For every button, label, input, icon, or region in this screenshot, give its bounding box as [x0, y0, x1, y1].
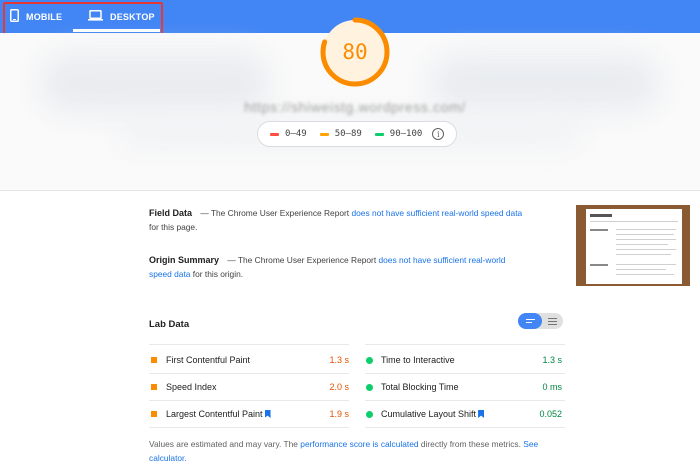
metric-label: Total Blocking Time	[381, 382, 459, 392]
origin-summary-text-end: for this origin.	[192, 269, 244, 279]
toggle-line	[525, 319, 535, 320]
tested-url: https://shiweistg.wordpress.com/	[244, 99, 466, 115]
metric-value: 1.3 s	[542, 355, 562, 365]
metric-total-blocking-time: Total Blocking Time	[366, 374, 459, 400]
performance-score: 80	[342, 40, 368, 64]
metric-value: 0.052	[539, 409, 562, 419]
thumbnail-line	[616, 269, 666, 270]
toggle-line	[548, 320, 557, 322]
average-status-icon	[151, 411, 157, 417]
legend-item-fail: 0–49	[270, 129, 307, 139]
metrics-view-toggle[interactable]	[518, 313, 563, 329]
field-data-text: — The Chrome User Experience Report	[200, 208, 350, 218]
legend-label: 90–100	[389, 129, 423, 139]
active-tab-indicator	[73, 29, 160, 32]
pass-status-icon	[366, 383, 373, 391]
thumbnail-line	[590, 214, 612, 217]
thumbnail-line	[616, 244, 668, 245]
thumbnail-line	[616, 264, 676, 265]
metric-divider	[365, 344, 565, 345]
thumbnail-line	[590, 229, 608, 231]
metric-time-to-interactive: Time to Interactive	[366, 347, 455, 373]
metric-largest-contentful-paint: Largest Contentful Paint	[151, 401, 271, 427]
pass-status-icon	[366, 356, 373, 364]
field-data-link[interactable]: does not have sufficient real-world spee…	[351, 208, 522, 218]
page-screenshot-thumbnail[interactable]	[576, 205, 690, 286]
tab-desktop-label: DESKTOP	[110, 11, 155, 22]
pass-status-icon	[366, 410, 373, 418]
legend-item-average: 50–89	[319, 129, 362, 139]
average-status-icon	[151, 357, 157, 363]
footnote-text-middle: directly from these metrics.	[420, 439, 521, 449]
score-calculated-link[interactable]: performance score is calculated	[300, 439, 418, 449]
metric-divider	[149, 427, 349, 428]
thumbnail-line	[590, 221, 678, 222]
thumbnail-line	[590, 264, 608, 266]
toggle-line	[548, 323, 557, 325]
origin-summary-section: Origin Summary — The Chrome User Experie…	[149, 253, 529, 281]
metric-label: Time to Interactive	[381, 355, 455, 365]
metric-value: 0 ms	[542, 382, 562, 392]
thumbnail-line	[616, 229, 676, 230]
metric-value: 1.9 s	[329, 409, 349, 419]
toggle-line	[525, 322, 532, 323]
legend-swatch	[374, 132, 384, 136]
toggle-line	[548, 317, 557, 319]
metric-value: 1.3 s	[329, 355, 349, 365]
metric-label: Largest Contentful Paint	[166, 409, 263, 419]
metric-divider	[149, 344, 349, 345]
bookmark-icon[interactable]	[264, 410, 271, 418]
thumbnail-line	[616, 254, 671, 255]
field-data-text-end: for this page.	[149, 222, 198, 232]
metric-cumulative-layout-shift: Cumulative Layout Shift	[366, 401, 485, 427]
thumbnail-line	[616, 249, 676, 250]
thumbnail-page	[586, 209, 682, 284]
thumbnail-line	[616, 234, 674, 235]
field-data-section: Field Data — The Chrome User Experience …	[149, 206, 529, 234]
info-icon[interactable]: i	[432, 128, 445, 140]
legend-swatch	[319, 132, 329, 136]
lab-data-heading: Lab Data	[149, 319, 190, 330]
metric-label: Cumulative Layout Shift	[381, 409, 477, 419]
metric-speed-index: Speed Index	[151, 374, 217, 400]
origin-summary-text: — The Chrome User Experience Report	[227, 255, 377, 265]
tab-mobile-label: MOBILE	[26, 11, 63, 22]
thumbnail-line	[616, 274, 674, 275]
field-data-heading: Field Data	[149, 208, 193, 218]
footnote-text: Values are estimated and may vary. The	[149, 439, 298, 449]
metric-label: Speed Index	[166, 382, 217, 392]
legend-swatch	[270, 132, 279, 136]
lab-data-footnote: Values are estimated and may vary. The p…	[149, 437, 539, 465]
legend-label: 0–49	[285, 129, 307, 139]
metric-divider	[365, 427, 565, 428]
legend-label: 50–89	[334, 129, 362, 139]
phone-icon	[10, 9, 19, 24]
metric-label: First Contentful Paint	[166, 355, 251, 365]
legend-item-pass: 90–100	[374, 129, 423, 139]
score-legend: 0–49 50–89 90–100 i	[257, 121, 457, 147]
thumbnail-line	[616, 239, 676, 240]
tab-mobile[interactable]: MOBILE	[10, 0, 62, 33]
metric-first-contentful-paint: First Contentful Paint	[151, 347, 250, 373]
metric-value: 2.0 s	[329, 382, 349, 392]
expanded-view-button[interactable]	[542, 313, 563, 329]
bookmark-icon[interactable]	[478, 410, 485, 418]
laptop-icon	[88, 10, 103, 23]
average-status-icon	[151, 384, 157, 390]
compact-view-button[interactable]	[518, 313, 542, 329]
origin-summary-heading: Origin Summary	[149, 255, 220, 265]
